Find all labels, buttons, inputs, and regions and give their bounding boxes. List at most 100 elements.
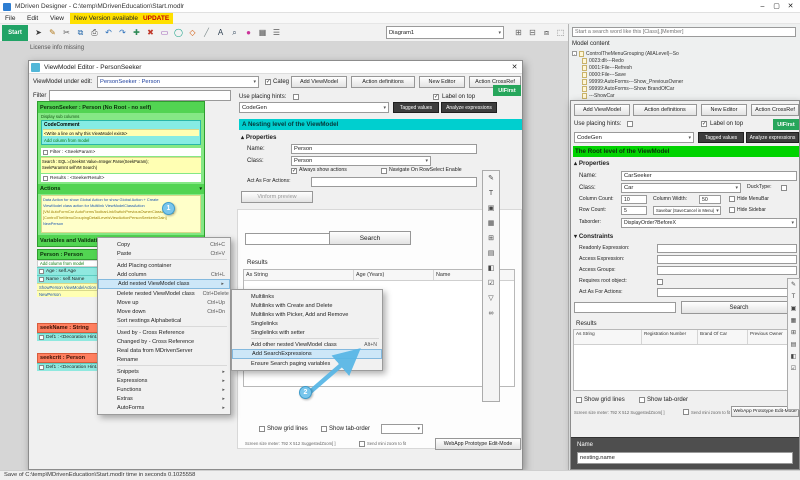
chart-icon[interactable]: ◧ (488, 261, 495, 276)
menu-item-add-placing-container[interactable]: Add Placing container (98, 261, 230, 270)
menu-item-functions[interactable]: Functions▸ (98, 385, 230, 394)
start-tab[interactable]: Start (2, 25, 28, 41)
update-action[interactable]: UPDATE (143, 15, 169, 22)
delete-icon[interactable]: ✖ (144, 25, 157, 40)
add-viewmodel-button[interactable]: Add ViewModel (291, 76, 347, 88)
print-icon[interactable]: ⎙ (88, 25, 101, 40)
pen-icon[interactable]: ✎ (46, 25, 59, 40)
menu-file[interactable]: File (5, 15, 15, 22)
column-header[interactable]: Registration Number (642, 330, 698, 344)
zoom-in-icon[interactable]: ⊞ (512, 25, 525, 40)
use-placing-hints-checkbox[interactable] (293, 94, 299, 100)
text-icon[interactable]: T (792, 291, 796, 303)
check-icon[interactable]: ☑ (488, 276, 494, 291)
submenu-item-singlelinks[interactable]: Singlelinks (232, 319, 382, 328)
analyze-expressions-button[interactable]: Analyze expressions (746, 132, 799, 143)
ducktype-checkbox[interactable] (781, 185, 787, 191)
actions-block[interactable]: Data Action for show Global Action for s… (41, 195, 201, 233)
submenu-item-multilinks[interactable]: Multilinks (232, 292, 382, 301)
table-icon[interactable]: ▦ (791, 315, 797, 327)
hide-sidebar-checkbox[interactable] (729, 207, 735, 213)
redo-icon[interactable]: ↷ (116, 25, 129, 40)
codecomment-block[interactable]: CodeComment <Write a line on why this Vi… (41, 120, 201, 145)
column-width-field[interactable] (699, 195, 721, 204)
under-edit-combo[interactable]: PersonSeeker : Person (97, 76, 259, 88)
menu-item-add-column[interactable]: Add columnCtrl+L (98, 270, 230, 279)
text-icon[interactable]: A (214, 25, 227, 40)
tree-item[interactable]: 0000:File---Save (582, 71, 626, 78)
column-header[interactable]: As String (244, 270, 354, 280)
submenu-item-singlelinks-setter[interactable]: Singlelinks with setter (232, 328, 382, 337)
properties-section[interactable]: ▴ Properties (241, 134, 276, 141)
undo-icon[interactable]: ↶ (102, 25, 115, 40)
codegen-combo[interactable]: CodeGen (574, 132, 694, 143)
column-header[interactable]: As String (574, 330, 642, 344)
search-button[interactable]: Search (681, 301, 797, 314)
new-editor-button[interactable]: New Editor (419, 76, 465, 88)
actions-header[interactable]: Actions▾ (38, 184, 204, 194)
palette-icon[interactable]: ● (242, 25, 255, 40)
display-sub-columns-link[interactable]: Display sub columns (41, 114, 79, 119)
column-header[interactable]: Name (434, 270, 514, 280)
editor-close-button[interactable]: ✕ (508, 64, 521, 72)
act-as-field[interactable] (311, 177, 477, 187)
class-combo[interactable]: Person (291, 156, 431, 166)
mini-zoom-checkbox[interactable] (683, 409, 689, 415)
menu-item-delete-nested-viewmodel-class[interactable]: Delete nested ViewModel classCtrl+Delete (98, 289, 230, 298)
column-header[interactable]: Brand Of Car (698, 330, 748, 344)
diagram-combo[interactable]: Diagram1 (386, 26, 504, 39)
menu-item-expressions[interactable]: Expressions▸ (98, 376, 230, 385)
menu-item-extras[interactable]: Extras▸ (98, 394, 230, 403)
navigate-rowselect-checkbox[interactable] (381, 168, 387, 174)
menu-item-used-by[interactable]: Used by - Cross Reference (98, 328, 230, 337)
table-icon[interactable]: ▦ (488, 216, 495, 231)
menu-item-move-up[interactable]: Move upCtrl+Up (98, 298, 230, 307)
codecomment-hint[interactable]: <Write a line on why this ViewModel exis… (43, 129, 199, 136)
menu-item-copy[interactable]: CopyCtrl+C (98, 240, 230, 249)
image-icon[interactable]: ▣ (488, 201, 495, 216)
webapp-prototype-button[interactable]: WebApp Prototype Edit-Mode (435, 438, 521, 450)
tree-item[interactable]: ---ShowCar (582, 92, 615, 99)
menu-item-paste[interactable]: PasteCtrl+V (98, 249, 230, 258)
uifirst-button[interactable]: UIFirst (773, 119, 799, 130)
viewmodel-root-block[interactable]: PersonSeeker : Person (No Root - no self… (37, 101, 205, 247)
categ-checkbox[interactable] (265, 79, 271, 85)
hide-menubar-checkbox[interactable] (729, 196, 735, 202)
menu-item-autoforms[interactable]: AutoForms▸ (98, 403, 230, 412)
tree-filter-field[interactable] (49, 90, 231, 101)
menu-item-sort-nestings[interactable]: Sort nestings Alphabetical (98, 316, 230, 325)
menu-view[interactable]: View (50, 15, 64, 22)
show-grid-lines-checkbox[interactable] (259, 426, 265, 432)
root-block-header[interactable]: PersonSeeker : Person (No Root - no self… (38, 102, 204, 113)
add-column-link[interactable]: Add column from model (44, 138, 89, 143)
copy-icon[interactable]: ⧉ (74, 25, 87, 40)
chart-icon[interactable]: ◧ (791, 351, 797, 363)
rectangle-icon[interactable]: ▭ (158, 25, 171, 40)
check-icon[interactable]: ☑ (791, 363, 796, 375)
menu-item-changed-by[interactable]: Changed by - Cross Reference (98, 337, 230, 346)
close-button[interactable]: ✕ (784, 3, 797, 11)
fit-page-icon[interactable]: ⧈ (540, 25, 553, 40)
nesting-name-field[interactable] (577, 452, 793, 464)
zoom-icon[interactable]: ⌕ (228, 25, 241, 40)
editor-titlebar[interactable]: ViewModel Editor - PersonSeeker ✕ (29, 61, 522, 74)
menu-item-rename[interactable]: Rename (98, 355, 230, 364)
update-notice[interactable]: New Version available UPDATE (70, 13, 173, 24)
frame-icon[interactable]: ⬚ (554, 25, 567, 40)
grid-icon[interactable]: ▦ (256, 25, 269, 40)
access-groups-field[interactable] (657, 266, 797, 275)
menu-item-real-data[interactable]: Real data from MDrivenServer (98, 346, 230, 355)
tree-item[interactable]: 99999:AutoForms---Show BrandOfCar (582, 85, 674, 92)
submenu-item-multilinks-create-delete[interactable]: Multilinks with Create and Delete (232, 301, 382, 310)
row-checkbox[interactable] (39, 269, 44, 274)
column-header[interactable]: Age (Years) (354, 270, 434, 280)
link-icon[interactable]: ∞ (489, 306, 494, 321)
analyze-expressions-button[interactable]: Analyze expressions (441, 102, 497, 113)
action-link-line[interactable]: NewPerson (43, 221, 199, 227)
use-placing-hints-checkbox[interactable] (627, 121, 633, 127)
grid-icon[interactable]: ⊞ (791, 327, 796, 339)
vinform-preview-button[interactable]: Vinform preview (241, 191, 313, 203)
action-definitions-button[interactable]: Action definitions (633, 104, 697, 116)
menu-item-add-nested-viewmodel-class[interactable]: Add nested ViewModel class▸ (98, 279, 230, 289)
ellipse-icon[interactable]: ◯ (172, 25, 185, 40)
